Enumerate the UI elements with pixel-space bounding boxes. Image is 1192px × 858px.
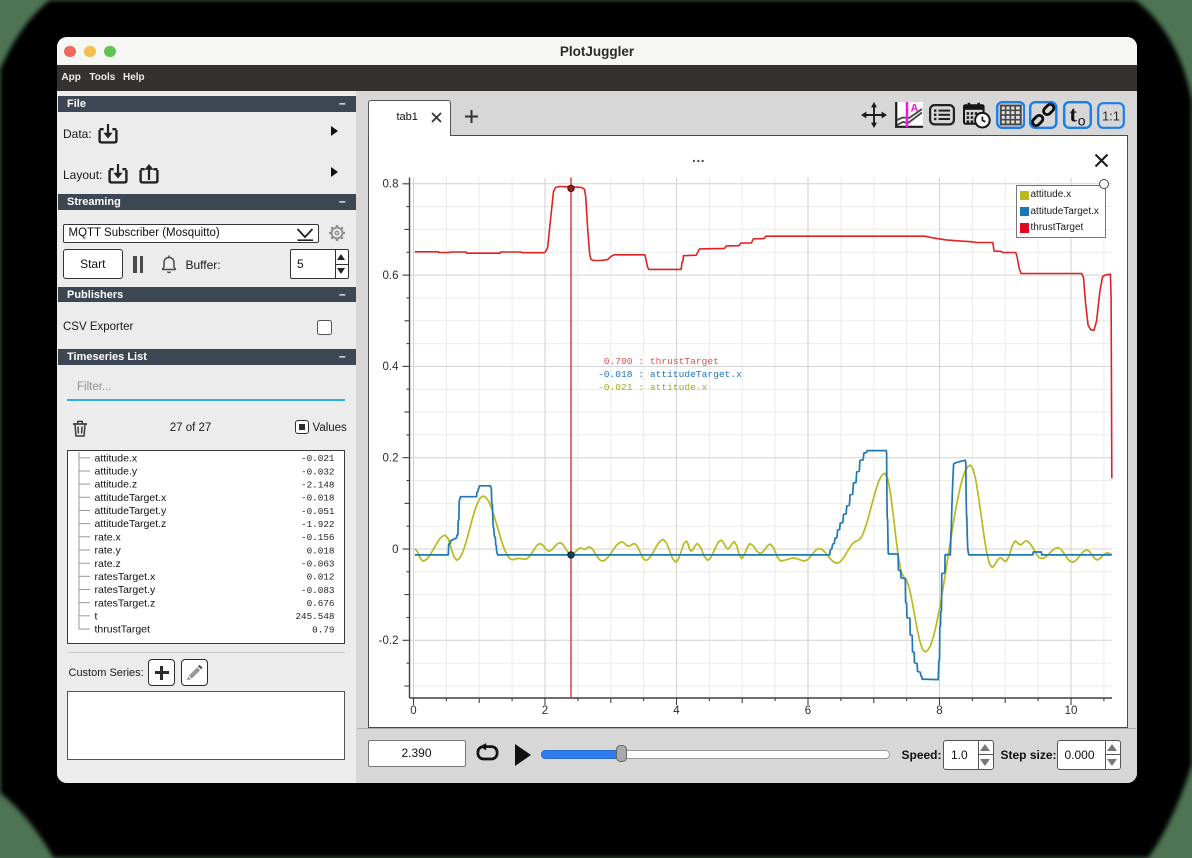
svg-text:-0.018 : attitudeTarget.x: -0.018 : attitudeTarget.x bbox=[598, 369, 742, 380]
svg-text:0: 0 bbox=[392, 544, 398, 556]
svg-text:0.790 : thrustTarget: 0.790 : thrustTarget bbox=[598, 356, 719, 367]
svg-text:0.2: 0.2 bbox=[383, 453, 399, 465]
svg-text:10: 10 bbox=[1065, 705, 1078, 717]
svg-text:0.4: 0.4 bbox=[383, 361, 400, 373]
svg-text:-0.021 : attitude.x: -0.021 : attitude.x bbox=[598, 382, 708, 393]
svg-text:-0.2: -0.2 bbox=[379, 635, 399, 647]
svg-text:0.6: 0.6 bbox=[383, 270, 399, 282]
svg-text:8: 8 bbox=[936, 705, 942, 717]
svg-text:0: 0 bbox=[410, 705, 416, 717]
svg-text:0.8: 0.8 bbox=[383, 179, 399, 191]
svg-text:2: 2 bbox=[542, 705, 548, 717]
svg-text:4: 4 bbox=[673, 705, 680, 717]
svg-text:6: 6 bbox=[805, 705, 811, 717]
